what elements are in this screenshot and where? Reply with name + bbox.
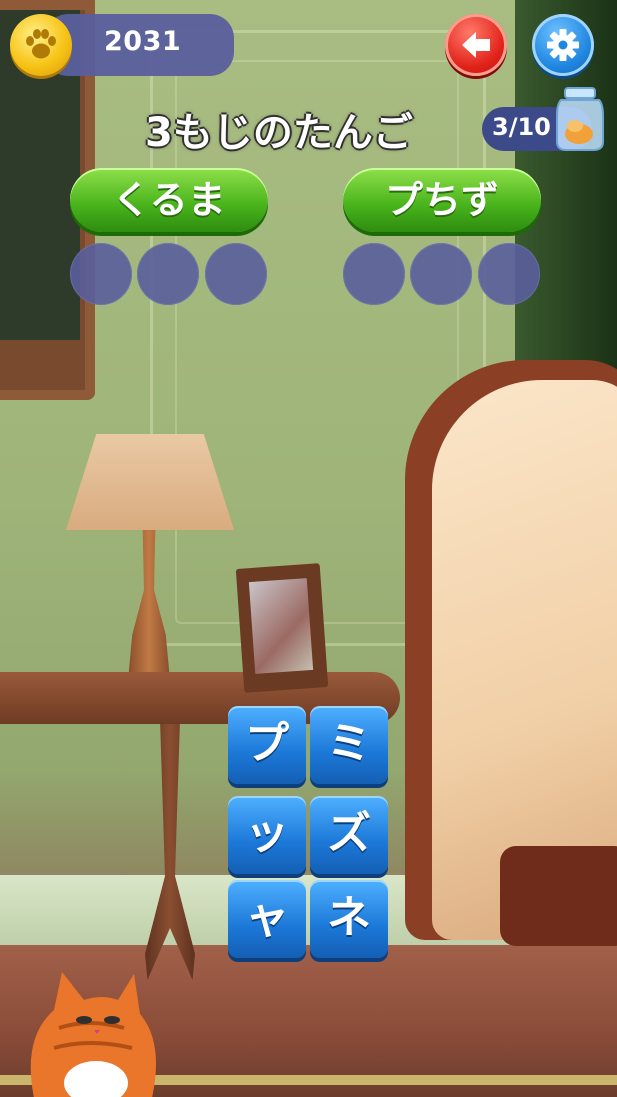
found-word-2: プちず [343,168,541,232]
back-button[interactable] [445,14,507,76]
cat-mascot-icon [30,972,156,1097]
level-progress-text: 3/10 [492,113,551,141]
answer-slot [137,243,199,305]
level-title: 3もじのたんご [145,110,413,156]
answer-slot [343,243,405,305]
letter-tile[interactable]: ズ [310,796,388,874]
answer-slot [478,243,540,305]
letter-tile[interactable]: ミ [310,706,388,784]
answer-slot [70,243,132,305]
treat-jar-icon[interactable] [553,86,607,152]
back-arrow-icon [462,32,490,58]
coin-count: 2031 [104,26,182,57]
photo-picture [248,578,314,674]
found-word-1: くるま [70,168,268,232]
answer-slot [410,243,472,305]
paw-coin-icon [10,14,72,76]
letter-tile[interactable]: ッ [228,796,306,874]
letter-tile[interactable]: ネ [310,880,388,958]
answer-slot [205,243,267,305]
gear-icon [547,29,579,61]
letter-tile[interactable]: プ [228,706,306,784]
settings-button[interactable] [532,14,594,76]
game-screen: 2031 3もじのたんご 3/10 くるま プちず プ ミ ッ ズ ャ ネ [0,0,617,1097]
armchair-base [500,846,617,946]
letter-tile[interactable]: ャ [228,880,306,958]
